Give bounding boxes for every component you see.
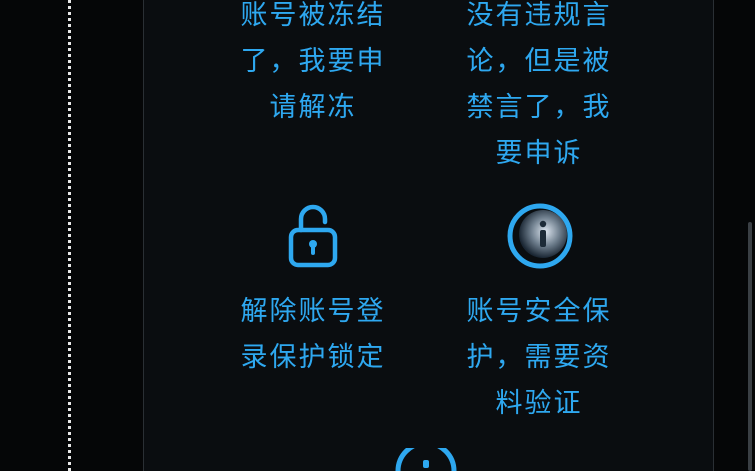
scrollbar[interactable] xyxy=(748,222,752,471)
partial-info-icon[interactable] xyxy=(394,448,458,471)
option-security-verification[interactable]: 账号安全保 护，需要资 料验证 xyxy=(439,289,639,427)
option-line: 护，需要资 xyxy=(466,342,612,373)
option-line: 录保护锁定 xyxy=(240,342,386,373)
option-line: 论，但是被 xyxy=(466,46,612,77)
option-line: 没有违规言 xyxy=(466,0,612,31)
option-line: 账号安全保 xyxy=(466,296,612,327)
option-unfreeze-account[interactable]: 账号被冻结 了，我要申 请解冻 xyxy=(213,0,413,131)
option-mute-appeal[interactable]: 没有违规言 论，但是被 禁言了，我 要申诉 xyxy=(439,0,639,177)
option-line: 要申诉 xyxy=(495,138,583,169)
dotted-divider xyxy=(68,0,71,471)
option-line: 请解冻 xyxy=(269,92,357,123)
option-line: 禁言了，我 xyxy=(466,92,612,123)
info-icon[interactable] xyxy=(503,200,577,274)
unlock-icon[interactable] xyxy=(288,202,338,268)
option-unlock-login-protection[interactable]: 解除账号登 录保护锁定 xyxy=(213,289,413,381)
option-line: 账号被冻结 xyxy=(240,0,386,31)
option-line: 了，我要申 xyxy=(240,46,386,77)
option-line: 解除账号登 xyxy=(240,296,386,327)
option-line: 料验证 xyxy=(495,388,583,419)
